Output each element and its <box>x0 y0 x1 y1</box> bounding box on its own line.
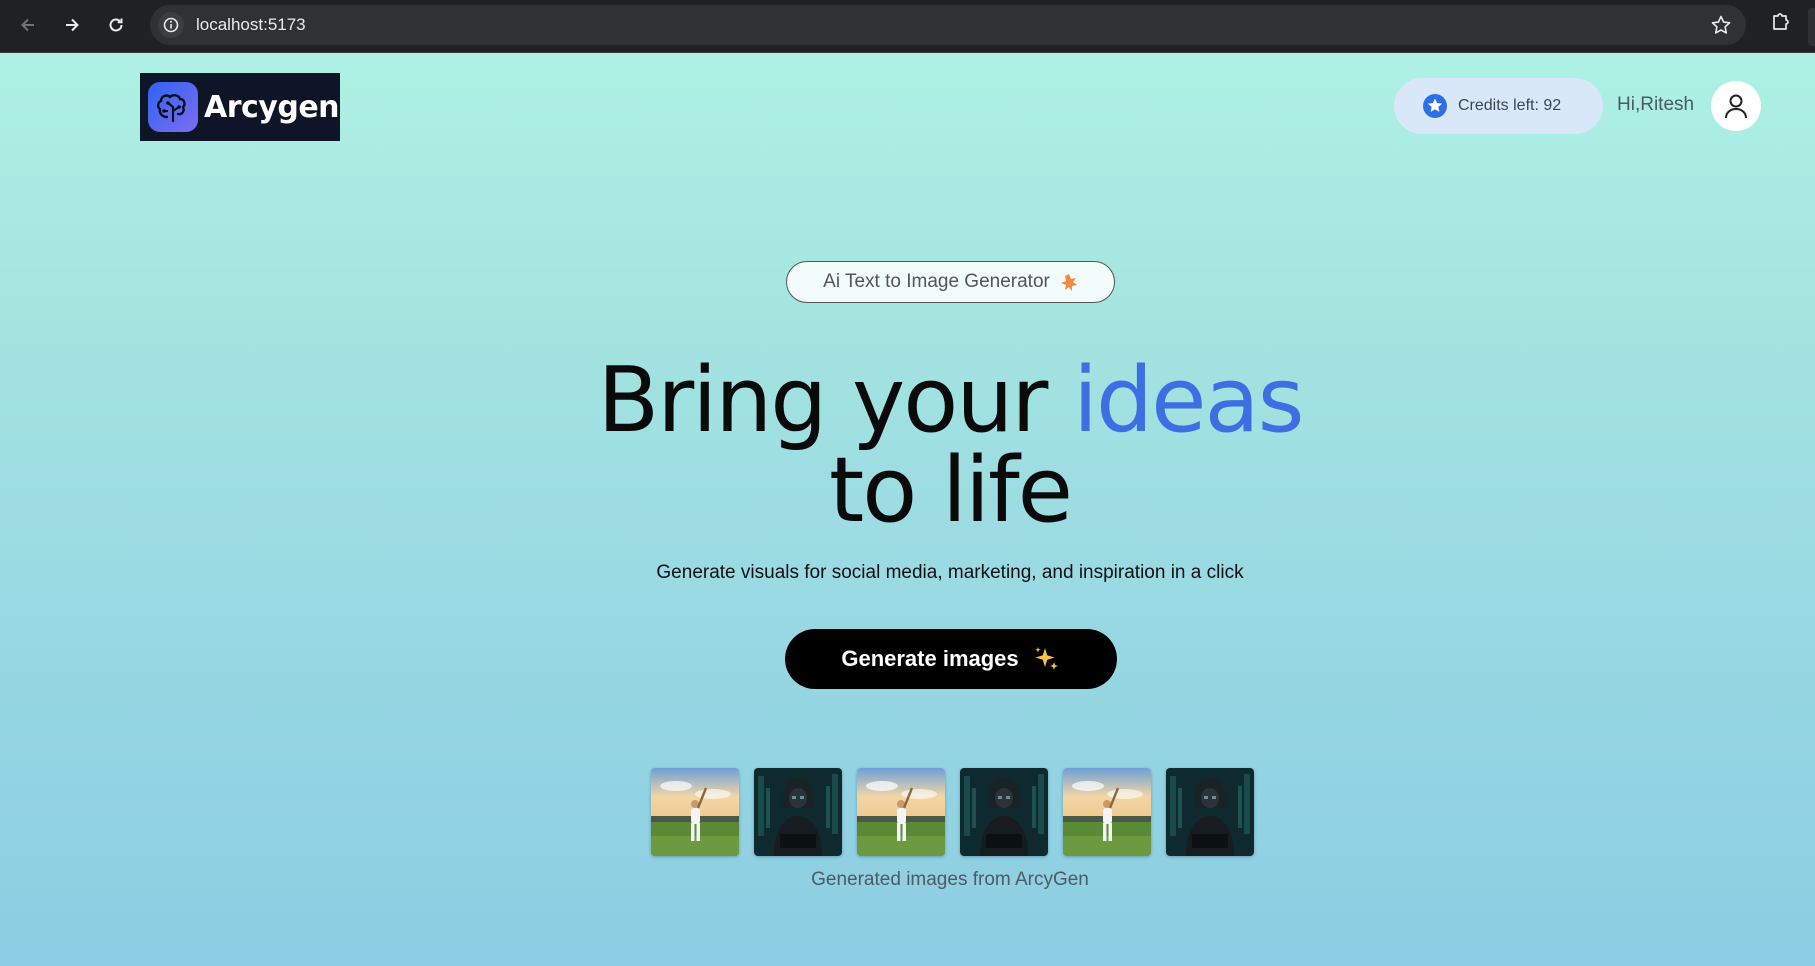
landing-page: Arcygen Credits left: 92 Hi,Ritesh Ai Te… <box>0 53 1815 966</box>
browser-toolbar: localhost:5173 <box>0 0 1815 53</box>
headline-accent: ideas <box>1072 348 1305 453</box>
gallery-thumb-cricket[interactable] <box>651 768 739 856</box>
headline-line-2: to life <box>828 438 1073 543</box>
puzzle-icon <box>1773 13 1789 30</box>
arrow-left-icon <box>21 18 34 32</box>
hero-headline: Bring your ideas to life <box>0 356 1815 536</box>
back-button[interactable] <box>14 11 42 39</box>
reload-button[interactable] <box>102 11 130 39</box>
extensions-button[interactable] <box>1770 9 1794 37</box>
credits-label: Credits left: 92 <box>1458 97 1562 114</box>
gallery-thumb-dark-figure[interactable] <box>960 768 1048 856</box>
credits-button[interactable]: Credits left: 92 <box>1394 78 1603 134</box>
bookmark-star-icon[interactable] <box>1710 14 1732 40</box>
feature-tag-label: Ai Text to Image Generator <box>823 271 1050 292</box>
profile-edge[interactable] <box>1808 8 1815 46</box>
arrow-right-icon <box>66 18 79 32</box>
headline-line-1: Bring your ideas <box>0 356 1815 446</box>
user-greeting: Hi,Ritesh <box>1617 94 1695 115</box>
forward-button[interactable] <box>58 11 86 39</box>
headline-text: Bring your ideas to life <box>0 356 1815 536</box>
generate-images-label: Generate images <box>841 646 1019 671</box>
feature-tag: Ai Text to Image Generator <box>786 261 1115 303</box>
site-info-button[interactable] <box>158 12 184 38</box>
generate-images-button[interactable]: Generate images <box>785 629 1117 689</box>
profile-avatar[interactable] <box>1711 81 1761 131</box>
user-icon <box>1725 94 1747 119</box>
gallery-caption: Generated images from ArcyGen <box>811 869 1089 890</box>
gallery-thumb-dark-figure[interactable] <box>754 768 842 856</box>
logo-text: Arcygen <box>204 89 340 125</box>
gallery-thumb-dark-figure[interactable] <box>1166 768 1254 856</box>
sparkle-star-icon <box>1060 274 1077 291</box>
hero-subtitle: Generate visuals for social media, marke… <box>656 562 1244 583</box>
info-icon <box>163 17 179 33</box>
star-badge-icon <box>1423 94 1447 118</box>
sparkles-icon <box>1034 647 1058 670</box>
reload-icon <box>109 18 123 32</box>
gallery-thumb-cricket[interactable] <box>857 768 945 856</box>
brain-logo-icon <box>148 82 198 132</box>
url-text[interactable]: localhost:5173 <box>196 15 306 35</box>
brand-logo[interactable]: Arcygen <box>140 73 340 141</box>
sample-gallery <box>651 768 1254 856</box>
address-bar[interactable]: localhost:5173 <box>150 5 1746 45</box>
gallery-thumb-cricket[interactable] <box>1063 768 1151 856</box>
